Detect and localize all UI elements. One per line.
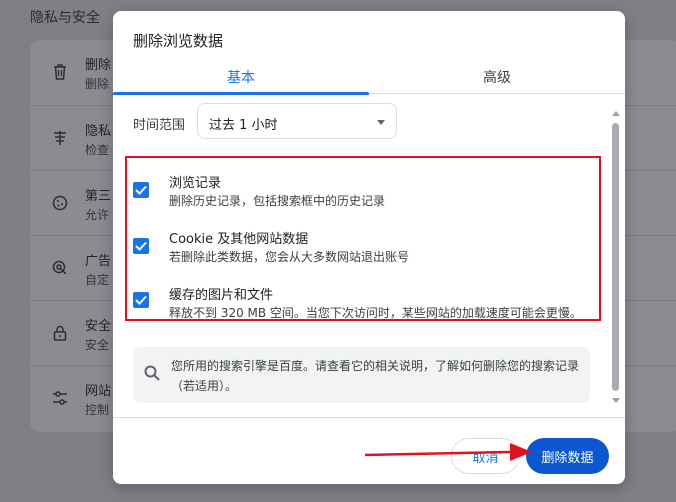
settings-row-subtitle: 控制 xyxy=(85,403,110,417)
option-title: 浏览记录 xyxy=(169,176,222,191)
dialog-footer: 取消 删除数据 xyxy=(113,417,625,484)
settings-row-title: 安全 xyxy=(85,319,112,334)
settings-row-subtitle: 安全 xyxy=(85,338,110,352)
checkmark-icon xyxy=(135,185,147,195)
clear-browsing-data-dialog: 删除浏览数据 基本 高级 时间范围 过去 1 小时 浏览记录 删除历史记录，包括… xyxy=(113,11,625,484)
tab-label: 基本 xyxy=(227,69,255,86)
settings-row-subtitle: 自定 xyxy=(85,273,110,287)
settings-row-title: 广告 xyxy=(85,254,112,269)
browsing-history-checkbox[interactable] xyxy=(133,182,149,198)
settings-row-title: 网站 xyxy=(85,384,112,399)
dialog-title: 删除浏览数据 xyxy=(133,32,224,50)
cookie-shield-icon xyxy=(50,128,70,148)
cookie-icon xyxy=(50,193,70,213)
tab-basic[interactable]: 基本 xyxy=(113,59,369,95)
scroll-down-arrow-icon[interactable] xyxy=(612,398,620,403)
cookies-checkbox[interactable] xyxy=(133,238,149,254)
settings-row-title: 第三 xyxy=(85,189,112,204)
tab-label: 高级 xyxy=(483,69,511,86)
option-description: 释放不到 320 MB 空间。当您下次访问时，某些网站的加载速度可能会更慢。 xyxy=(169,306,582,320)
sliders-icon xyxy=(50,388,70,408)
content-scrollbar[interactable] xyxy=(610,107,622,407)
settings-row-subtitle: 允许 xyxy=(85,208,110,222)
scrollbar-thumb[interactable] xyxy=(612,123,619,391)
delete-data-button[interactable]: 删除数据 xyxy=(526,438,609,474)
ad-privacy-icon xyxy=(50,258,70,278)
settings-row-title: 删除 xyxy=(85,58,112,73)
search-icon xyxy=(143,364,163,384)
settings-row-subtitle: 删除 xyxy=(85,77,110,91)
dialog-content: 时间范围 过去 1 小时 浏览记录 删除历史记录，包括搜索框中的历史记录 Coo… xyxy=(113,95,625,417)
scroll-up-arrow-icon[interactable] xyxy=(612,111,620,116)
settings-row-title: 隐私 xyxy=(85,124,112,139)
option-title: 缓存的图片和文件 xyxy=(169,288,274,303)
dialog-tabs: 基本 高级 xyxy=(113,59,625,95)
option-description: 若删除此类数据，您会从大多数网站退出账号 xyxy=(169,250,410,264)
tab-advanced[interactable]: 高级 xyxy=(369,59,625,94)
settings-row-subtitle: 检查 xyxy=(85,143,110,157)
option-title: Cookie 及其他网站数据 xyxy=(169,232,309,247)
cached-files-checkbox[interactable] xyxy=(133,292,149,308)
time-range-label: 时间范围 xyxy=(133,118,186,133)
cancel-button[interactable]: 取消 xyxy=(451,438,520,474)
trash-icon xyxy=(50,62,70,82)
dropdown-arrow-icon xyxy=(377,120,385,125)
info-text: 您所用的搜索引擎是百度。请查看它的相关说明，了解如何删除您的搜索记录（若适用）。 xyxy=(171,359,580,393)
option-description: 删除历史记录，包括搜索框中的历史记录 xyxy=(169,194,386,208)
section-heading: 隐私与安全 xyxy=(30,10,100,26)
lock-icon xyxy=(50,323,70,343)
time-range-value: 过去 1 小时 xyxy=(209,118,278,133)
checkmark-icon xyxy=(135,241,147,251)
time-range-select[interactable]: 过去 1 小时 xyxy=(197,103,397,139)
checkmark-icon xyxy=(135,295,147,305)
search-engine-info: 您所用的搜索引擎是百度。请查看它的相关说明，了解如何删除您的搜索记录（若适用）。 xyxy=(133,347,590,403)
